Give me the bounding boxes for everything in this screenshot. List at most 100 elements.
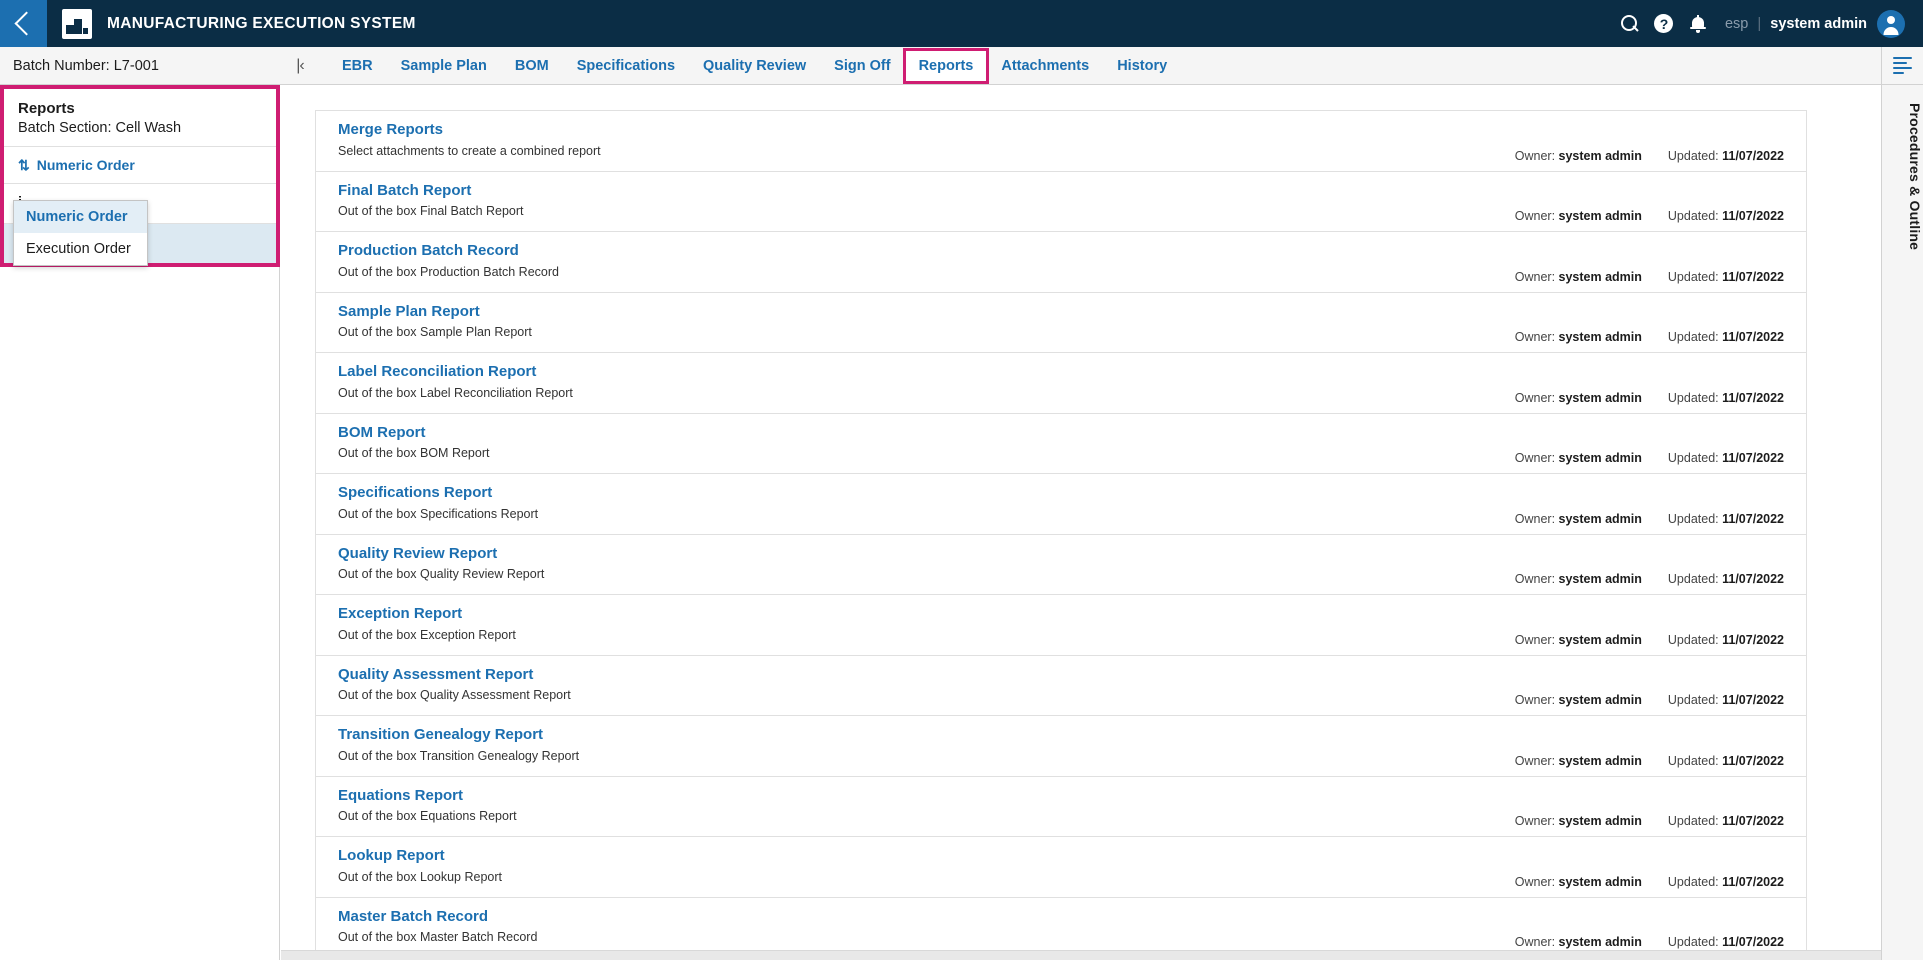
- report-owner: Owner: system admin: [1515, 754, 1642, 768]
- report-updated: Updated: 11/07/2022: [1668, 754, 1784, 768]
- right-rail: Procedures & Outline: [1881, 47, 1923, 960]
- report-title-link[interactable]: Lookup Report: [338, 847, 1515, 866]
- outline-menu-button[interactable]: [1882, 47, 1923, 85]
- user-avatar-icon[interactable]: [1877, 9, 1905, 38]
- chevron-left-icon: [14, 11, 39, 36]
- tab-bom[interactable]: BOM: [501, 50, 563, 82]
- table-row[interactable]: Master Batch Record Out of the box Master…: [316, 898, 1806, 954]
- report-title-link[interactable]: Sample Plan Report: [338, 303, 1515, 322]
- tab-history[interactable]: History: [1103, 50, 1181, 82]
- owner-value: system admin: [1558, 330, 1642, 344]
- tab-specifications[interactable]: Specifications: [563, 50, 689, 82]
- notification-bell-icon: [1689, 14, 1706, 33]
- report-title-link[interactable]: Transition Genealogy Report: [338, 726, 1515, 745]
- owner-prefix: Owner:: [1514, 511, 1556, 526]
- table-row[interactable]: Sample Plan Report Out of the box Sample …: [316, 293, 1806, 353]
- dropdown-option-numeric-order[interactable]: Numeric Order: [14, 201, 147, 233]
- report-updated: Updated: 11/07/2022: [1668, 270, 1784, 284]
- search-button[interactable]: [1613, 7, 1647, 41]
- table-row[interactable]: Lookup Report Out of the box Lookup Repor…: [316, 837, 1806, 898]
- owner-value: system admin: [1558, 451, 1642, 465]
- report-updated: Updated: 11/07/2022: [1668, 209, 1784, 223]
- report-title-link[interactable]: Specifications Report: [338, 484, 1515, 503]
- outline-menu-icon: [1893, 56, 1912, 75]
- panel-header: Reports Batch Section: Cell Wash: [4, 89, 276, 147]
- table-row[interactable]: Final Batch Report Out of the box Final B…: [316, 172, 1806, 232]
- report-title-link[interactable]: Production Batch Record: [338, 242, 1515, 261]
- updated-value: 11/07/2022: [1722, 874, 1784, 889]
- sort-order-dropdown[interactable]: Numeric Order Execution Order: [13, 200, 148, 266]
- report-title-link[interactable]: Equations Report: [338, 787, 1515, 806]
- table-row[interactable]: Equations Report Out of the box Equations…: [316, 777, 1806, 837]
- owner-value: system admin: [1558, 935, 1642, 949]
- reports-list-panel: Merge Reports Select attachments to creat…: [281, 85, 1841, 953]
- report-owner: Owner: system admin: [1515, 451, 1642, 465]
- tab-list: EBR Sample Plan BOM Specifications Quali…: [328, 47, 1181, 84]
- table-row[interactable]: BOM Report Out of the box BOM Report Owner…: [316, 414, 1806, 474]
- help-button[interactable]: ?: [1647, 7, 1681, 41]
- report-description: Out of the box Specifications Report: [338, 506, 539, 521]
- tab-sample-plan[interactable]: Sample Plan: [387, 50, 501, 82]
- report-title-link[interactable]: Merge Reports: [338, 121, 1515, 140]
- table-row[interactable]: Exception Report Out of the box Exception…: [316, 595, 1806, 656]
- report-owner: Owner: system admin: [1515, 875, 1642, 889]
- report-owner: Owner: system admin: [1515, 512, 1642, 526]
- updated-prefix: Updated:: [1667, 330, 1719, 344]
- app-title: MANUFACTURING EXECUTION SYSTEM: [107, 14, 416, 32]
- username-label[interactable]: system admin: [1770, 16, 1867, 32]
- report-description: Out of the box Master Batch Record: [338, 930, 538, 945]
- updated-value: 11/07/2022: [1722, 511, 1784, 526]
- report-owner: Owner: system admin: [1515, 633, 1642, 647]
- table-row[interactable]: Quality Review Report Out of the box Qual…: [316, 535, 1806, 595]
- report-title-link[interactable]: Exception Report: [338, 605, 1515, 624]
- report-metadata: Owner: system admin Updated: 11/07/2022: [1515, 414, 1806, 474]
- language-selector[interactable]: esp: [1725, 16, 1748, 32]
- notifications-button[interactable]: [1681, 7, 1715, 41]
- search-icon: [1621, 15, 1638, 32]
- tab-sign-off[interactable]: Sign Off: [820, 50, 904, 82]
- report-owner: Owner: system admin: [1515, 391, 1642, 405]
- report-description: Out of the box Sample Plan Report: [338, 325, 532, 340]
- owner-prefix: Owner:: [1514, 935, 1556, 949]
- report-title-link[interactable]: Final Batch Report: [338, 182, 1515, 201]
- report-description: Out of the box Exception Report: [338, 627, 516, 642]
- owner-prefix: Owner:: [1514, 148, 1556, 163]
- owner-value: system admin: [1558, 572, 1642, 586]
- procedures-outline-label[interactable]: Procedures & Outline: [1882, 103, 1923, 250]
- report-metadata: Owner: system admin Updated: 11/07/2022: [1515, 474, 1806, 534]
- report-title-link[interactable]: Master Batch Record: [338, 908, 1515, 927]
- owner-prefix: Owner:: [1514, 753, 1556, 768]
- header-actions: ? esp | system admin: [1613, 7, 1923, 41]
- report-title-link[interactable]: BOM Report: [338, 424, 1515, 443]
- back-button[interactable]: [0, 0, 47, 47]
- dropdown-option-execution-order[interactable]: Execution Order: [14, 233, 147, 265]
- tab-attachments[interactable]: Attachments: [987, 50, 1103, 82]
- collapse-panel-icon[interactable]: |‹: [280, 57, 320, 75]
- updated-value: 11/07/2022: [1722, 935, 1784, 949]
- tab-reports[interactable]: Reports: [902, 47, 990, 84]
- table-row[interactable]: Production Batch Record Out of the box Pr…: [316, 232, 1806, 293]
- table-row[interactable]: Merge Reports Select attachments to creat…: [316, 111, 1806, 172]
- table-row[interactable]: Quality Assessment Report Out of the box …: [316, 656, 1806, 716]
- help-circle-icon: ?: [1654, 14, 1674, 33]
- table-row[interactable]: Specifications Report Out of the box Spec…: [316, 474, 1806, 535]
- batch-section-label: Batch Section: Cell Wash: [18, 120, 182, 136]
- report-info: Final Batch Report Out of the box Final B…: [316, 172, 1515, 232]
- report-metadata: Owner: system admin Updated: 11/07/2022: [1515, 535, 1806, 595]
- horizontal-scrollbar[interactable]: [281, 950, 1881, 960]
- table-row[interactable]: Transition Genealogy Report Out of the bo…: [316, 716, 1806, 777]
- report-title-link[interactable]: Quality Review Report: [338, 545, 1515, 564]
- report-info: Quality Review Report Out of the box Qual…: [316, 535, 1515, 595]
- report-description: Select attachments to create a combined …: [338, 143, 601, 158]
- owner-prefix: Owner:: [1514, 451, 1556, 465]
- table-row[interactable]: Label Reconciliation Report Out of the bo…: [316, 353, 1806, 414]
- tab-ebr[interactable]: EBR: [328, 50, 387, 82]
- report-title-link[interactable]: Quality Assessment Report: [338, 666, 1515, 685]
- report-updated: Updated: 11/07/2022: [1668, 572, 1784, 586]
- report-title-link[interactable]: Label Reconciliation Report: [338, 363, 1515, 382]
- sort-order-selector[interactable]: ⇅ Numeric Order: [4, 147, 276, 184]
- report-updated: Updated: 11/07/2022: [1668, 693, 1784, 707]
- tab-quality-review[interactable]: Quality Review: [689, 50, 820, 82]
- report-metadata: Owner: system admin Updated: 11/07/2022: [1515, 898, 1806, 954]
- report-info: Master Batch Record Out of the box Master…: [316, 898, 1515, 954]
